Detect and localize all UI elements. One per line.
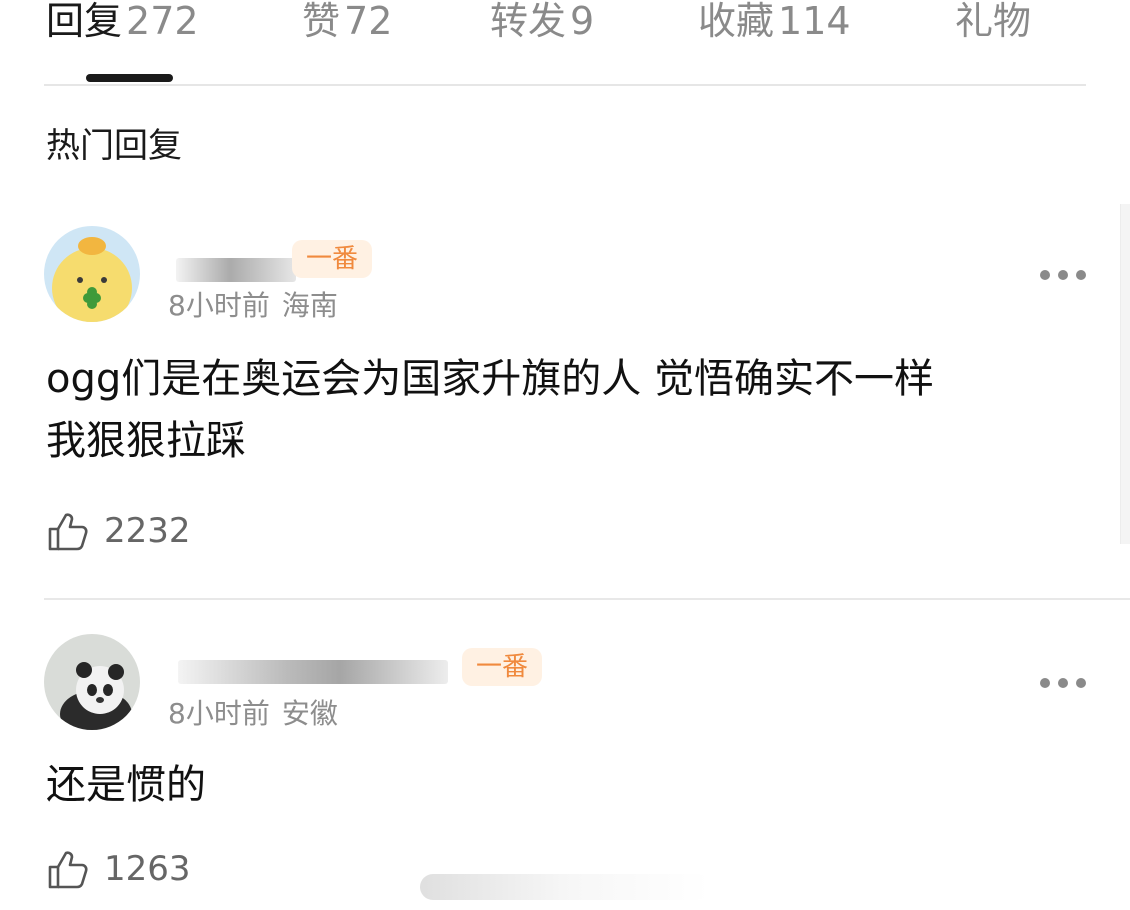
like-button[interactable]: 1263 [46,844,191,894]
tab-reposts-label: 转发 [490,0,567,43]
avatar[interactable] [44,226,140,322]
tab-replies-count: 272 [126,0,199,43]
comment-text-line: ogg们是在奥运会为国家升旗的人 觉悟确实不一样 [46,356,934,402]
tab-likes-count: 72 [344,0,393,43]
tabs-divider [44,84,1086,86]
redacted-watermark [420,874,710,900]
hot-replies-title: 热门回复 [46,126,182,166]
tab-favorites[interactable]: 收藏 114 [698,0,851,46]
username-redacted[interactable] [176,258,296,282]
more-dot [1058,270,1068,280]
comment-time: 8小时前 [168,289,270,322]
avatar-cartoon-icon [44,226,140,322]
fan-badge: 一番 [462,648,543,686]
comment-location: 海南 [281,289,338,322]
tab-gifts-label: 礼物 [955,0,1032,43]
more-options-button[interactable] [1040,268,1086,282]
thumbs-up-icon [48,851,88,889]
avatar[interactable] [44,634,140,730]
tab-likes[interactable]: 赞 72 [302,0,392,46]
more-dot [1076,270,1086,280]
comment-text-line: 我狠狠拉踩 [46,418,246,464]
tab-replies-label: 回复 [46,0,123,43]
comment-divider [44,598,1130,600]
more-options-button[interactable] [1040,676,1086,690]
comment-text: ogg们是在奥运会为国家升旗的人 觉悟确实不一样 我狠狠拉踩 [46,348,1096,472]
comment-text-line: 还是惯的 [46,762,206,808]
comment-time: 8小时前 [168,697,270,730]
tab-gifts[interactable]: 礼物 [955,0,1031,46]
more-dots-icon [1040,270,1050,280]
tab-likes-label: 赞 [302,0,341,43]
more-dots-icon [1040,678,1050,688]
comment-meta: 8小时前 海南 [168,288,338,324]
tab-bar: 回复 272 赞 72 转发 9 收藏 114 礼物 [0,0,1130,86]
comment-location: 安徽 [281,697,338,730]
avatar-panda-icon [44,634,140,730]
like-count: 2232 [104,511,191,551]
fan-badge: 一番 [292,240,373,278]
tab-replies[interactable]: 回复 272 [46,0,199,46]
comment-meta: 8小时前 安徽 [168,696,338,732]
tab-reposts[interactable]: 转发 9 [490,0,594,46]
like-button[interactable]: 2232 [46,506,191,556]
username-redacted[interactable] [178,660,448,684]
tab-favorites-label: 收藏 [698,0,775,43]
scrollbar[interactable] [1120,204,1130,544]
tab-favorites-count: 114 [778,0,851,43]
active-tab-indicator [86,74,173,82]
thumbs-up-icon [48,513,88,551]
like-count: 1263 [104,849,191,889]
more-dot [1076,678,1086,688]
comment-text: 还是惯的 [46,754,1096,816]
tab-reposts-count: 9 [570,0,595,43]
more-dot [1058,678,1068,688]
